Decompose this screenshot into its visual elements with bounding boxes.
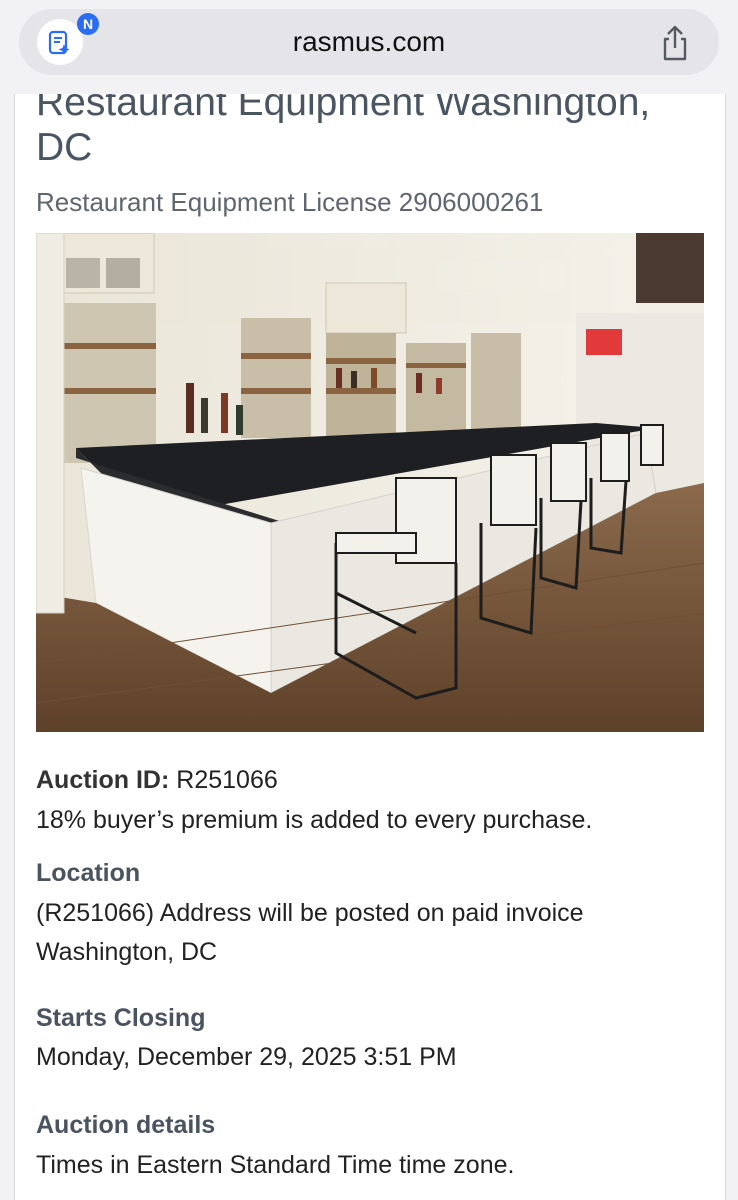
location-address: (R251066) Address will be posted on paid… (36, 899, 584, 927)
listing-photo[interactable] (36, 233, 704, 732)
timezone-note: Times in Eastern Standard Time time zone… (36, 1151, 515, 1179)
auction-details-label: Auction details (36, 1111, 216, 1139)
web-page: Restaurant Equipment Washington, DC Rest… (14, 94, 726, 1200)
buyers-premium-note: 18% buyer’s premium is added to every pu… (36, 806, 593, 834)
auction-id-value: R251066 (176, 766, 278, 794)
location-label: Location (36, 859, 141, 887)
url-text[interactable]: rasmus.com (19, 9, 719, 75)
share-icon[interactable] (655, 23, 695, 63)
license-subtitle: Restaurant Equipment License 2906000261 (36, 187, 544, 217)
address-bar[interactable]: N rasmus.com (19, 9, 719, 75)
page-title: Restaurant Equipment Washington, DC (36, 94, 651, 169)
browser-toolbar: N rasmus.com (0, 0, 738, 94)
closing-datetime: Monday, December 29, 2025 3:51 PM (36, 1043, 457, 1071)
location-city: Washington, DC (36, 938, 218, 966)
auction-id-label: Auction ID: (36, 766, 170, 794)
auction-id-line: Auction ID: R251066 (36, 764, 278, 796)
closing-label: Starts Closing (36, 1004, 206, 1032)
